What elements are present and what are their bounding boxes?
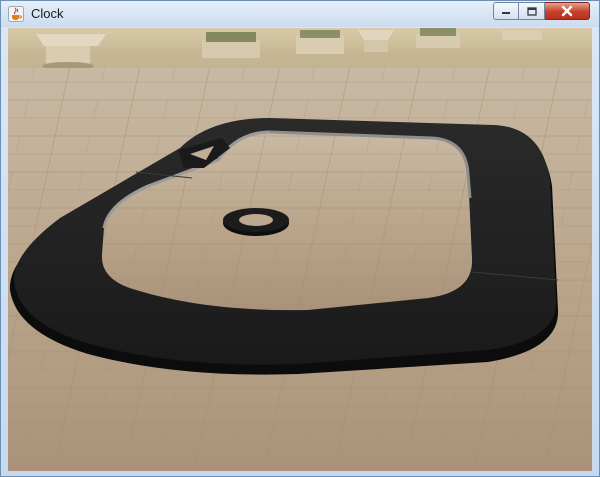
planter	[416, 28, 460, 48]
title-bar[interactable]: Clock	[1, 1, 599, 27]
maximize-icon	[526, 6, 537, 16]
minimize-icon	[502, 12, 510, 14]
minimize-button[interactable]	[493, 2, 519, 20]
planter	[202, 32, 260, 58]
maximize-button[interactable]	[519, 2, 545, 20]
close-button[interactable]	[545, 2, 590, 20]
planter	[502, 30, 542, 40]
planter	[296, 30, 344, 54]
window-title: Clock	[31, 6, 64, 21]
java-cup-icon	[8, 6, 24, 22]
close-icon	[561, 5, 573, 17]
3d-viewport[interactable]	[8, 28, 592, 471]
app-window: Clock	[0, 0, 600, 477]
ring	[223, 208, 289, 236]
